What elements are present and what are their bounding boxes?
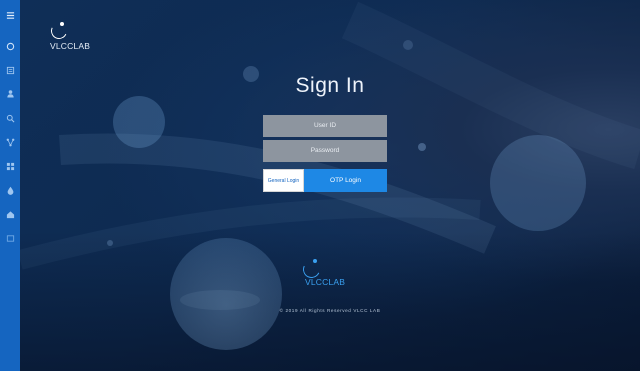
brand-logo-text: VLCCLAB — [50, 41, 91, 51]
grid-icon[interactable] — [3, 159, 17, 173]
background-shade — [20, 231, 640, 371]
logo-dot-icon — [313, 259, 317, 263]
background-bubble — [418, 143, 426, 151]
otp-login-button[interactable]: OTP Login — [304, 169, 387, 192]
footer-logo: VLCCLAB — [300, 258, 351, 289]
general-login-button[interactable]: General Login — [263, 169, 304, 192]
logo-ring-icon — [48, 20, 70, 42]
brand-logo: VLCCLAB — [48, 20, 100, 58]
logo-dot-icon — [60, 22, 64, 26]
drop-icon[interactable] — [3, 183, 17, 197]
menu-icon[interactable] — [3, 8, 17, 22]
background-bubble — [107, 240, 113, 246]
login-stage: VLCCLAB Sign In General Login OTP Login … — [20, 0, 640, 371]
background-bubble — [170, 238, 282, 350]
background-bubble — [113, 96, 165, 148]
app-window: VLCCLAB Sign In General Login OTP Login … — [0, 0, 640, 371]
background-bubble — [490, 135, 586, 231]
search-icon[interactable] — [3, 111, 17, 125]
user-icon[interactable] — [3, 86, 17, 100]
page-title: Sign In — [295, 74, 365, 97]
sidebar — [0, 0, 20, 371]
footer-logo-text: VLCCLAB — [305, 277, 346, 287]
list-icon[interactable] — [3, 63, 17, 77]
user-id-input[interactable] — [263, 115, 387, 137]
copyright-text: © 2019 All Rights Reserved VLCC LAB — [279, 308, 381, 313]
box-icon[interactable] — [3, 231, 17, 245]
network-icon[interactable] — [3, 135, 17, 149]
background-bubble — [403, 40, 413, 50]
home-icon[interactable] — [3, 207, 17, 221]
password-input[interactable] — [263, 140, 387, 162]
circle-icon[interactable] — [3, 39, 17, 53]
